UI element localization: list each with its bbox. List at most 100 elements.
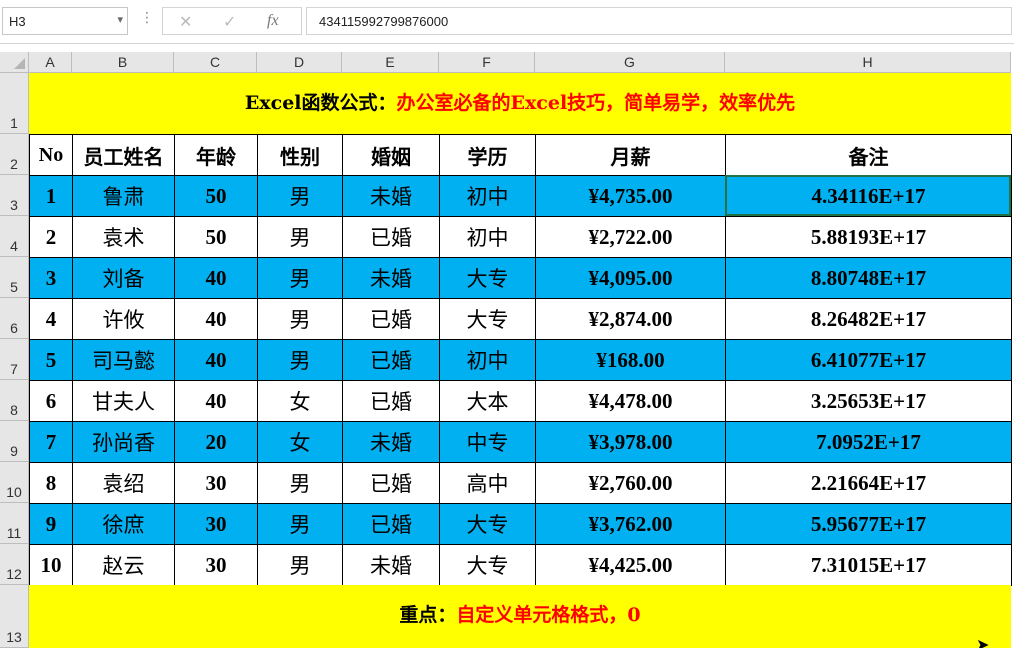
cell-education[interactable]: 初中	[439, 216, 536, 258]
cell-remark[interactable]: 4.34116E+17	[725, 175, 1012, 217]
name-box-dropdown-icon[interactable]: ▾	[117, 13, 123, 26]
cell-gender[interactable]: 女	[257, 421, 343, 463]
cell-no[interactable]: 4	[29, 298, 73, 340]
cell-marital[interactable]: 已婚	[342, 339, 440, 381]
cell-remark[interactable]: 8.80748E+17	[725, 257, 1012, 299]
row-header-10[interactable]: 10	[0, 462, 29, 503]
cell-education[interactable]: 大专	[439, 544, 536, 586]
cell-education[interactable]: 大本	[439, 380, 536, 422]
cell-name[interactable]: 刘备	[72, 257, 175, 299]
cell-remark[interactable]: 5.88193E+17	[725, 216, 1012, 258]
cancel-icon[interactable]: ✕	[179, 12, 192, 31]
cell-marital[interactable]: 未婚	[342, 257, 440, 299]
cell-no[interactable]: 7	[29, 421, 73, 463]
cell-name[interactable]: 赵云	[72, 544, 175, 586]
column-header-b[interactable]: B	[72, 52, 174, 73]
row-header-12[interactable]: 12	[0, 544, 29, 585]
cell-remark[interactable]: 6.41077E+17	[725, 339, 1012, 381]
enter-icon[interactable]: ✓	[223, 12, 236, 31]
cell-salary[interactable]: ¥4,095.00	[535, 257, 726, 299]
cell-no[interactable]: 8	[29, 462, 73, 504]
cell-marital[interactable]: 未婚	[342, 175, 440, 217]
cell-marital[interactable]: 已婚	[342, 216, 440, 258]
header-cell-gender[interactable]: 性别	[257, 134, 343, 176]
name-box[interactable]: H3 ▾	[2, 7, 128, 35]
row-header-6[interactable]: 6	[0, 298, 29, 339]
row-header-3[interactable]: 3	[0, 175, 29, 216]
cell-age[interactable]: 40	[174, 257, 258, 299]
header-cell-marital[interactable]: 婚姻	[342, 134, 440, 176]
column-header-e[interactable]: E	[342, 52, 439, 73]
cell-education[interactable]: 高中	[439, 462, 536, 504]
cell-education[interactable]: 大专	[439, 257, 536, 299]
cell-salary[interactable]: ¥2,760.00	[535, 462, 726, 504]
cell-age[interactable]: 50	[174, 175, 258, 217]
select-all-button[interactable]	[0, 52, 29, 73]
cell-education[interactable]: 初中	[439, 175, 536, 217]
cell-remark[interactable]: 2.21664E+17	[725, 462, 1012, 504]
cell-gender[interactable]: 女	[257, 380, 343, 422]
cell-no[interactable]: 3	[29, 257, 73, 299]
cell-age[interactable]: 40	[174, 339, 258, 381]
column-header-a[interactable]: A	[29, 52, 72, 73]
cell-education[interactable]: 中专	[439, 421, 536, 463]
cell-age[interactable]: 40	[174, 298, 258, 340]
cell-age[interactable]: 30	[174, 462, 258, 504]
cell-education[interactable]: 初中	[439, 339, 536, 381]
header-cell-education[interactable]: 学历	[439, 134, 536, 176]
cell-no[interactable]: 5	[29, 339, 73, 381]
cell-no[interactable]: 1	[29, 175, 73, 217]
cell-age[interactable]: 40	[174, 380, 258, 422]
cell-salary[interactable]: ¥2,874.00	[535, 298, 726, 340]
footer-cell[interactable]: 重点：自定义单元格格式，0	[29, 585, 1011, 648]
cell-gender[interactable]: 男	[257, 462, 343, 504]
row-header-9[interactable]: 9	[0, 421, 29, 462]
cell-name[interactable]: 司马懿	[72, 339, 175, 381]
cell-name[interactable]: 鲁肃	[72, 175, 175, 217]
cell-salary[interactable]: ¥4,425.00	[535, 544, 726, 586]
cell-age[interactable]: 30	[174, 544, 258, 586]
cell-name[interactable]: 孙尚香	[72, 421, 175, 463]
cell-marital[interactable]: 已婚	[342, 298, 440, 340]
cell-age[interactable]: 20	[174, 421, 258, 463]
cell-age[interactable]: 50	[174, 216, 258, 258]
column-header-d[interactable]: D	[257, 52, 342, 73]
column-header-f[interactable]: F	[439, 52, 535, 73]
cell-salary[interactable]: ¥168.00	[535, 339, 726, 381]
header-cell-salary[interactable]: 月薪	[535, 134, 726, 176]
row-header-7[interactable]: 7	[0, 339, 29, 380]
cell-remark[interactable]: 8.26482E+17	[725, 298, 1012, 340]
cell-name[interactable]: 甘夫人	[72, 380, 175, 422]
insert-function-button[interactable]: fx	[267, 12, 279, 30]
column-header-c[interactable]: C	[174, 52, 257, 73]
cell-marital[interactable]: 未婚	[342, 544, 440, 586]
formula-bar-grip-icon[interactable]: ⋮	[140, 10, 154, 26]
header-cell-name[interactable]: 员工姓名	[72, 134, 175, 176]
cell-marital[interactable]: 未婚	[342, 421, 440, 463]
cell-salary[interactable]: ¥4,478.00	[535, 380, 726, 422]
title-cell[interactable]: Excel函数公式：办公室必备的Excel技巧，简单易学，效率优先	[29, 73, 1011, 134]
column-header-g[interactable]: G	[535, 52, 725, 73]
cell-salary[interactable]: ¥3,762.00	[535, 503, 726, 545]
cell-remark[interactable]: 3.25653E+17	[725, 380, 1012, 422]
cell-age[interactable]: 30	[174, 503, 258, 545]
header-cell-remark[interactable]: 备注	[725, 134, 1012, 176]
cell-gender[interactable]: 男	[257, 503, 343, 545]
cell-marital[interactable]: 已婚	[342, 380, 440, 422]
cell-no[interactable]: 2	[29, 216, 73, 258]
cell-salary[interactable]: ¥2,722.00	[535, 216, 726, 258]
formula-input[interactable]: 434115992799876000	[306, 7, 1012, 35]
row-header-2[interactable]: 2	[0, 134, 29, 175]
cell-education[interactable]: 大专	[439, 298, 536, 340]
cell-name[interactable]: 袁绍	[72, 462, 175, 504]
cell-no[interactable]: 6	[29, 380, 73, 422]
row-header-8[interactable]: 8	[0, 380, 29, 421]
cell-gender[interactable]: 男	[257, 175, 343, 217]
cell-remark[interactable]: 7.31015E+17	[725, 544, 1012, 586]
cell-name[interactable]: 徐庶	[72, 503, 175, 545]
row-header-13[interactable]: 13	[0, 585, 29, 648]
header-cell-age[interactable]: 年龄	[174, 134, 258, 176]
row-header-11[interactable]: 11	[0, 503, 29, 544]
cell-name[interactable]: 许攸	[72, 298, 175, 340]
cell-marital[interactable]: 已婚	[342, 503, 440, 545]
